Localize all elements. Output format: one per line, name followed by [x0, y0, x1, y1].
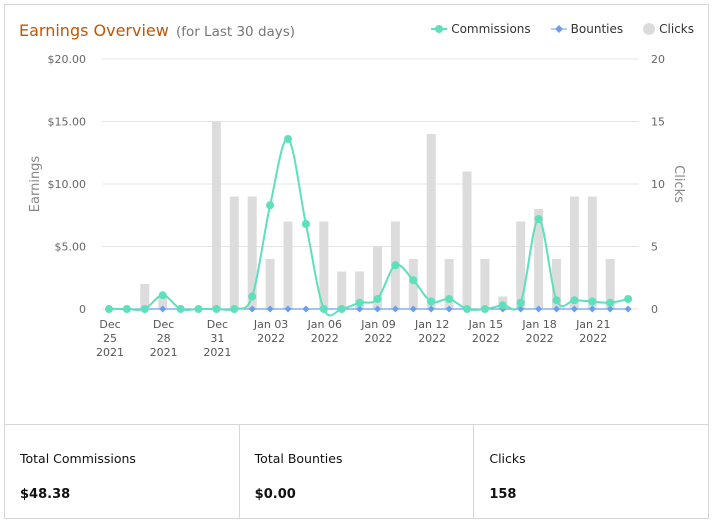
y-axis-title: Earnings — [28, 156, 43, 213]
commissions-point — [319, 305, 328, 313]
x-tick-label: 2022 — [311, 332, 339, 345]
earnings-overview-card: Earnings Overview (for Last 30 days) Com… — [4, 4, 709, 519]
commissions-point — [176, 305, 185, 313]
commissions-point — [498, 301, 507, 310]
y2-tick-label: 10 — [651, 178, 665, 191]
clicks-bar — [265, 259, 275, 309]
x-tick-label: 2022 — [472, 332, 500, 345]
x-tick-label: 2021 — [96, 346, 124, 359]
y2-axis-title: Clicks — [671, 165, 686, 203]
x-tick-label: 2022 — [257, 332, 285, 345]
stat-label: Clicks — [489, 451, 526, 466]
x-tick-label: Dec — [99, 318, 120, 331]
x-tick-label: Dec — [153, 318, 174, 331]
x-tick-label: Jan 15 — [468, 318, 503, 331]
commissions-point — [355, 298, 364, 307]
y2-tick-label: 15 — [651, 116, 665, 129]
x-tick-label: 2022 — [418, 332, 446, 345]
y-tick-label: $10.00 — [48, 178, 87, 191]
y-tick-label: $15.00 — [48, 116, 87, 129]
clicks-bar — [229, 196, 239, 309]
y2-tick-label: 5 — [651, 241, 658, 254]
commissions-point — [391, 261, 400, 270]
x-tick-label: 31 — [210, 332, 224, 345]
y-tick-label: $20.00 — [48, 53, 87, 66]
earnings-chart: 0 $5.00 $10.00 $15.00 $20.00 0 5 10 15 20 Earnings… — [28, 53, 686, 359]
clicks-bar — [426, 134, 436, 309]
commissions-point — [624, 295, 633, 303]
stat-total-commissions: Total Commissions $48.38 — [5, 425, 240, 519]
commissions-point — [570, 296, 579, 305]
commissions-point — [284, 135, 292, 143]
x-tick-label: 2022 — [365, 332, 393, 345]
x-tick-label: Jan 06 — [307, 318, 342, 331]
commissions-point — [516, 298, 525, 307]
x-tick-label: Jan 09 — [360, 318, 395, 331]
stat-value: 158 — [489, 487, 517, 502]
commissions-point — [105, 305, 113, 313]
clicks-bar — [480, 259, 490, 309]
clicks-bar — [283, 221, 293, 309]
clicks-bar — [337, 271, 347, 309]
x-tick-label: 2021 — [150, 346, 178, 359]
x-tick-label: 2022 — [579, 332, 607, 345]
summary-panel: Total Commissions $48.38 Total Bounties … — [5, 424, 708, 519]
clicks-bar — [462, 171, 472, 309]
commissions-point — [534, 215, 543, 223]
clicks-bar — [211, 121, 221, 309]
x-tick-label: 28 — [157, 332, 171, 345]
clicks-bar — [587, 196, 597, 309]
commissions-line — [108, 137, 629, 317]
commissions-point — [373, 295, 382, 303]
commissions-point — [122, 305, 131, 313]
x-tick-label: Jan 03 — [253, 318, 288, 331]
x-tick-label: Jan 12 — [414, 318, 449, 331]
stat-total-bounties: Total Bounties $0.00 — [240, 425, 475, 519]
y-tick-label: 0 — [79, 303, 86, 316]
commissions-point — [248, 292, 257, 301]
clicks-bar — [569, 196, 579, 309]
commissions-point — [588, 297, 597, 306]
commissions-point — [427, 297, 436, 306]
commissions-point — [337, 305, 346, 313]
commissions-point — [552, 296, 561, 305]
commissions-point — [445, 295, 454, 303]
y-tick-label: $5.00 — [55, 241, 87, 254]
stat-clicks: Clicks 158 — [474, 425, 708, 519]
stat-label: Total Commissions — [20, 451, 136, 466]
clicks-bar — [516, 221, 526, 309]
clicks-bar — [247, 196, 257, 309]
commissions-point — [140, 305, 149, 313]
commissions-point — [158, 291, 167, 300]
x-tick-label: 2021 — [203, 346, 231, 359]
x-tick-label: Dec — [207, 318, 228, 331]
y2-tick-label: 20 — [651, 53, 665, 66]
commissions-point — [606, 298, 615, 307]
y2-tick-label: 0 — [651, 303, 658, 316]
commissions-point — [480, 305, 489, 313]
commissions-point — [212, 305, 221, 313]
chart-panel: Earnings Overview (for Last 30 days) Com… — [5, 5, 708, 424]
commissions-point — [301, 220, 310, 228]
x-tick-label: Jan 21 — [575, 318, 610, 331]
x-tick-label: 25 — [103, 332, 117, 345]
commissions-point — [266, 201, 275, 210]
commissions-point — [409, 276, 418, 285]
commissions-point — [230, 305, 239, 313]
x-tick-label: Jan 18 — [521, 318, 556, 331]
bounties-point — [624, 305, 632, 313]
stat-value: $48.38 — [20, 487, 71, 502]
x-tick-label: 2022 — [526, 332, 554, 345]
stat-value: $0.00 — [254, 487, 296, 502]
stat-label: Total Bounties — [254, 451, 343, 466]
commissions-point — [463, 305, 471, 313]
commissions-point — [194, 305, 203, 313]
bounties-point — [302, 305, 310, 313]
